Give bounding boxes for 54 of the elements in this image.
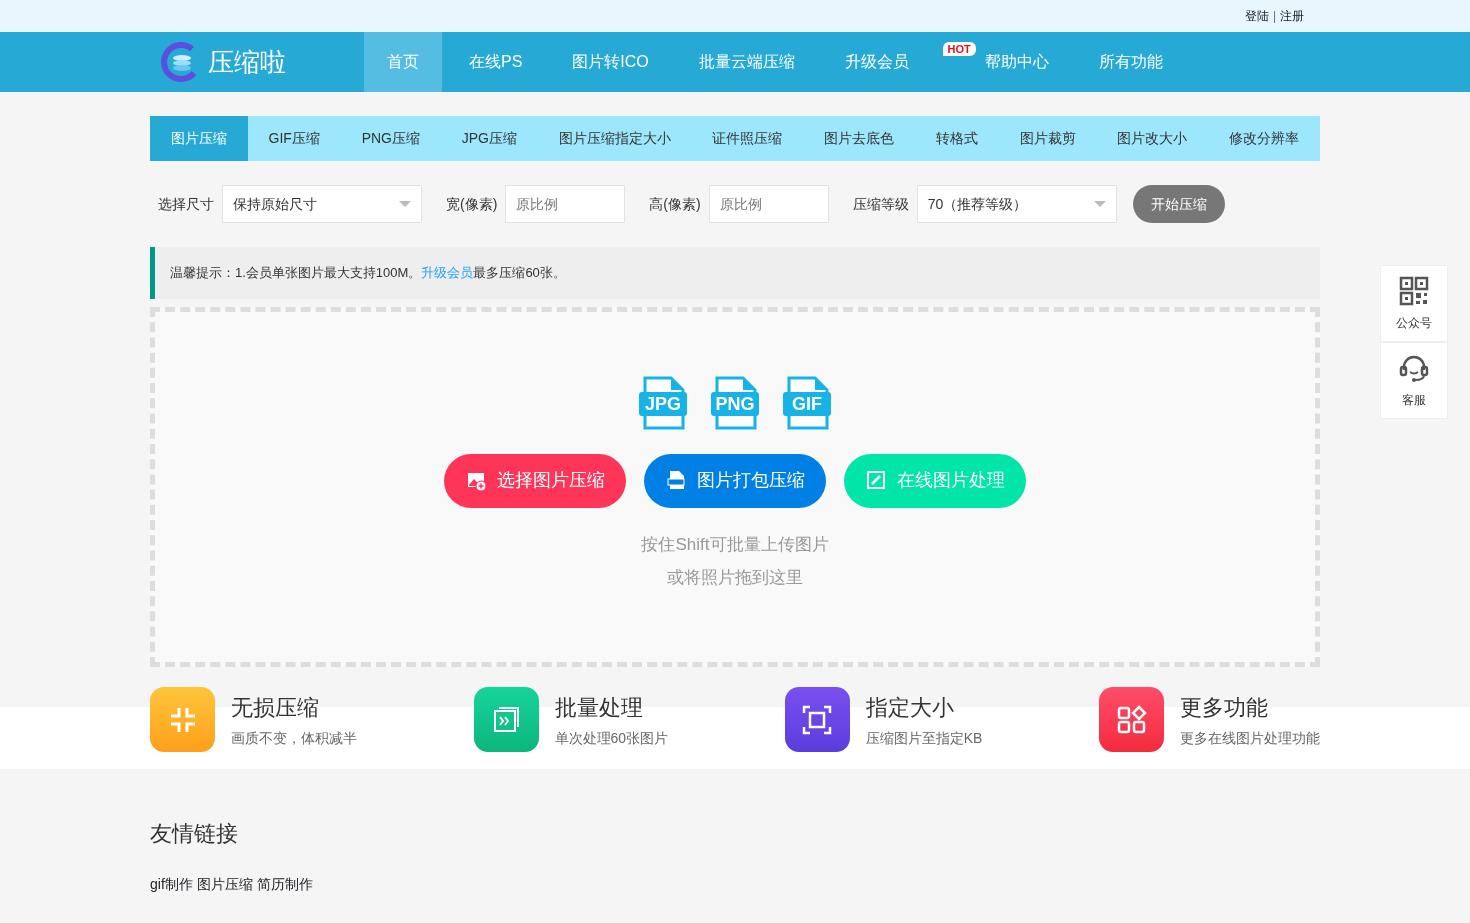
start-button[interactable]: 开始压缩: [1132, 185, 1225, 223]
field-label: 宽(像素): [446, 194, 498, 214]
file-type-label: GIF: [791, 392, 823, 415]
file-type-label: JPG: [644, 392, 682, 415]
height-input[interactable]: 原比例: [708, 185, 829, 223]
side-panel-item[interactable]: 公众号: [1380, 265, 1448, 342]
top-link[interactable]: 登陆: [1244, 7, 1269, 25]
size-select[interactable]: 保持原始尺寸: [222, 185, 422, 223]
field-label: 选择尺寸: [158, 194, 214, 214]
feature-title: 无损压缩: [231, 694, 320, 722]
level-select[interactable]: 70（推荐等级）: [916, 185, 1117, 223]
feature-subtitle: 单次处理60张图片: [554, 729, 669, 748]
feature-title: 更多功能: [1180, 694, 1269, 722]
logo-text: 压缩啦: [208, 45, 286, 79]
file-type-label: PNG: [714, 392, 756, 415]
friend-link[interactable]: 图片压缩: [196, 874, 253, 895]
feature-title: 指定大小: [865, 694, 955, 722]
upload-button[interactable]: 选择图片压缩: [444, 453, 626, 508]
upload-hint: 按住Shift可批量上传图片: [641, 533, 829, 556]
qr-icon: [1399, 275, 1429, 306]
upload-hint: 或将照片拖到这里: [667, 567, 803, 589]
tab[interactable]: 图片裁剪: [998, 116, 1097, 161]
tab[interactable]: 证件照压缩: [691, 116, 804, 161]
section-title: 友情链接: [150, 820, 239, 848]
edit-icon: [865, 470, 887, 491]
friend-link[interactable]: gif制作: [150, 874, 193, 895]
top-link[interactable]: 注册: [1280, 7, 1304, 25]
side-panel-item[interactable]: 客服: [1380, 342, 1448, 419]
tab[interactable]: 图片去底色: [803, 116, 916, 161]
hot-badge: HOT: [942, 42, 976, 56]
width-input[interactable]: 原比例: [505, 185, 626, 223]
caret-icon: [1093, 201, 1106, 207]
file-icon: [783, 375, 831, 430]
feature-subtitle: 画质不变，体积减半: [231, 729, 357, 748]
tab[interactable]: PNG压缩: [340, 116, 441, 161]
file-icon: [711, 375, 759, 430]
upload-button[interactable]: 图片打包压缩: [644, 453, 826, 508]
caret-icon: [399, 201, 411, 207]
field-label: 压缩等级: [852, 194, 909, 214]
tab[interactable]: 转格式: [915, 116, 999, 161]
tab[interactable]: 修改分辨率: [1208, 116, 1320, 161]
image-icon: [465, 470, 487, 491]
tab[interactable]: 图片压缩指定大小: [537, 116, 692, 161]
field-label: 高(像素): [649, 194, 701, 214]
feature-title: 批量处理: [554, 694, 644, 722]
feature-subtitle: 压缩图片至指定KB: [865, 729, 983, 748]
feature-subtitle: 更多在线图片处理功能: [1180, 729, 1320, 748]
tab[interactable]: GIF压缩: [247, 116, 341, 161]
tab[interactable]: 图片改大小: [1096, 116, 1209, 161]
friend-link[interactable]: 简历制作: [256, 874, 313, 895]
file-icon: [639, 375, 687, 430]
tab[interactable]: JPG压缩: [440, 116, 538, 161]
notice-text: 温馨提示：1.会员单张图片最大支持100M。升级会员最多压缩60张。: [170, 264, 566, 283]
separator: |: [1272, 8, 1276, 25]
